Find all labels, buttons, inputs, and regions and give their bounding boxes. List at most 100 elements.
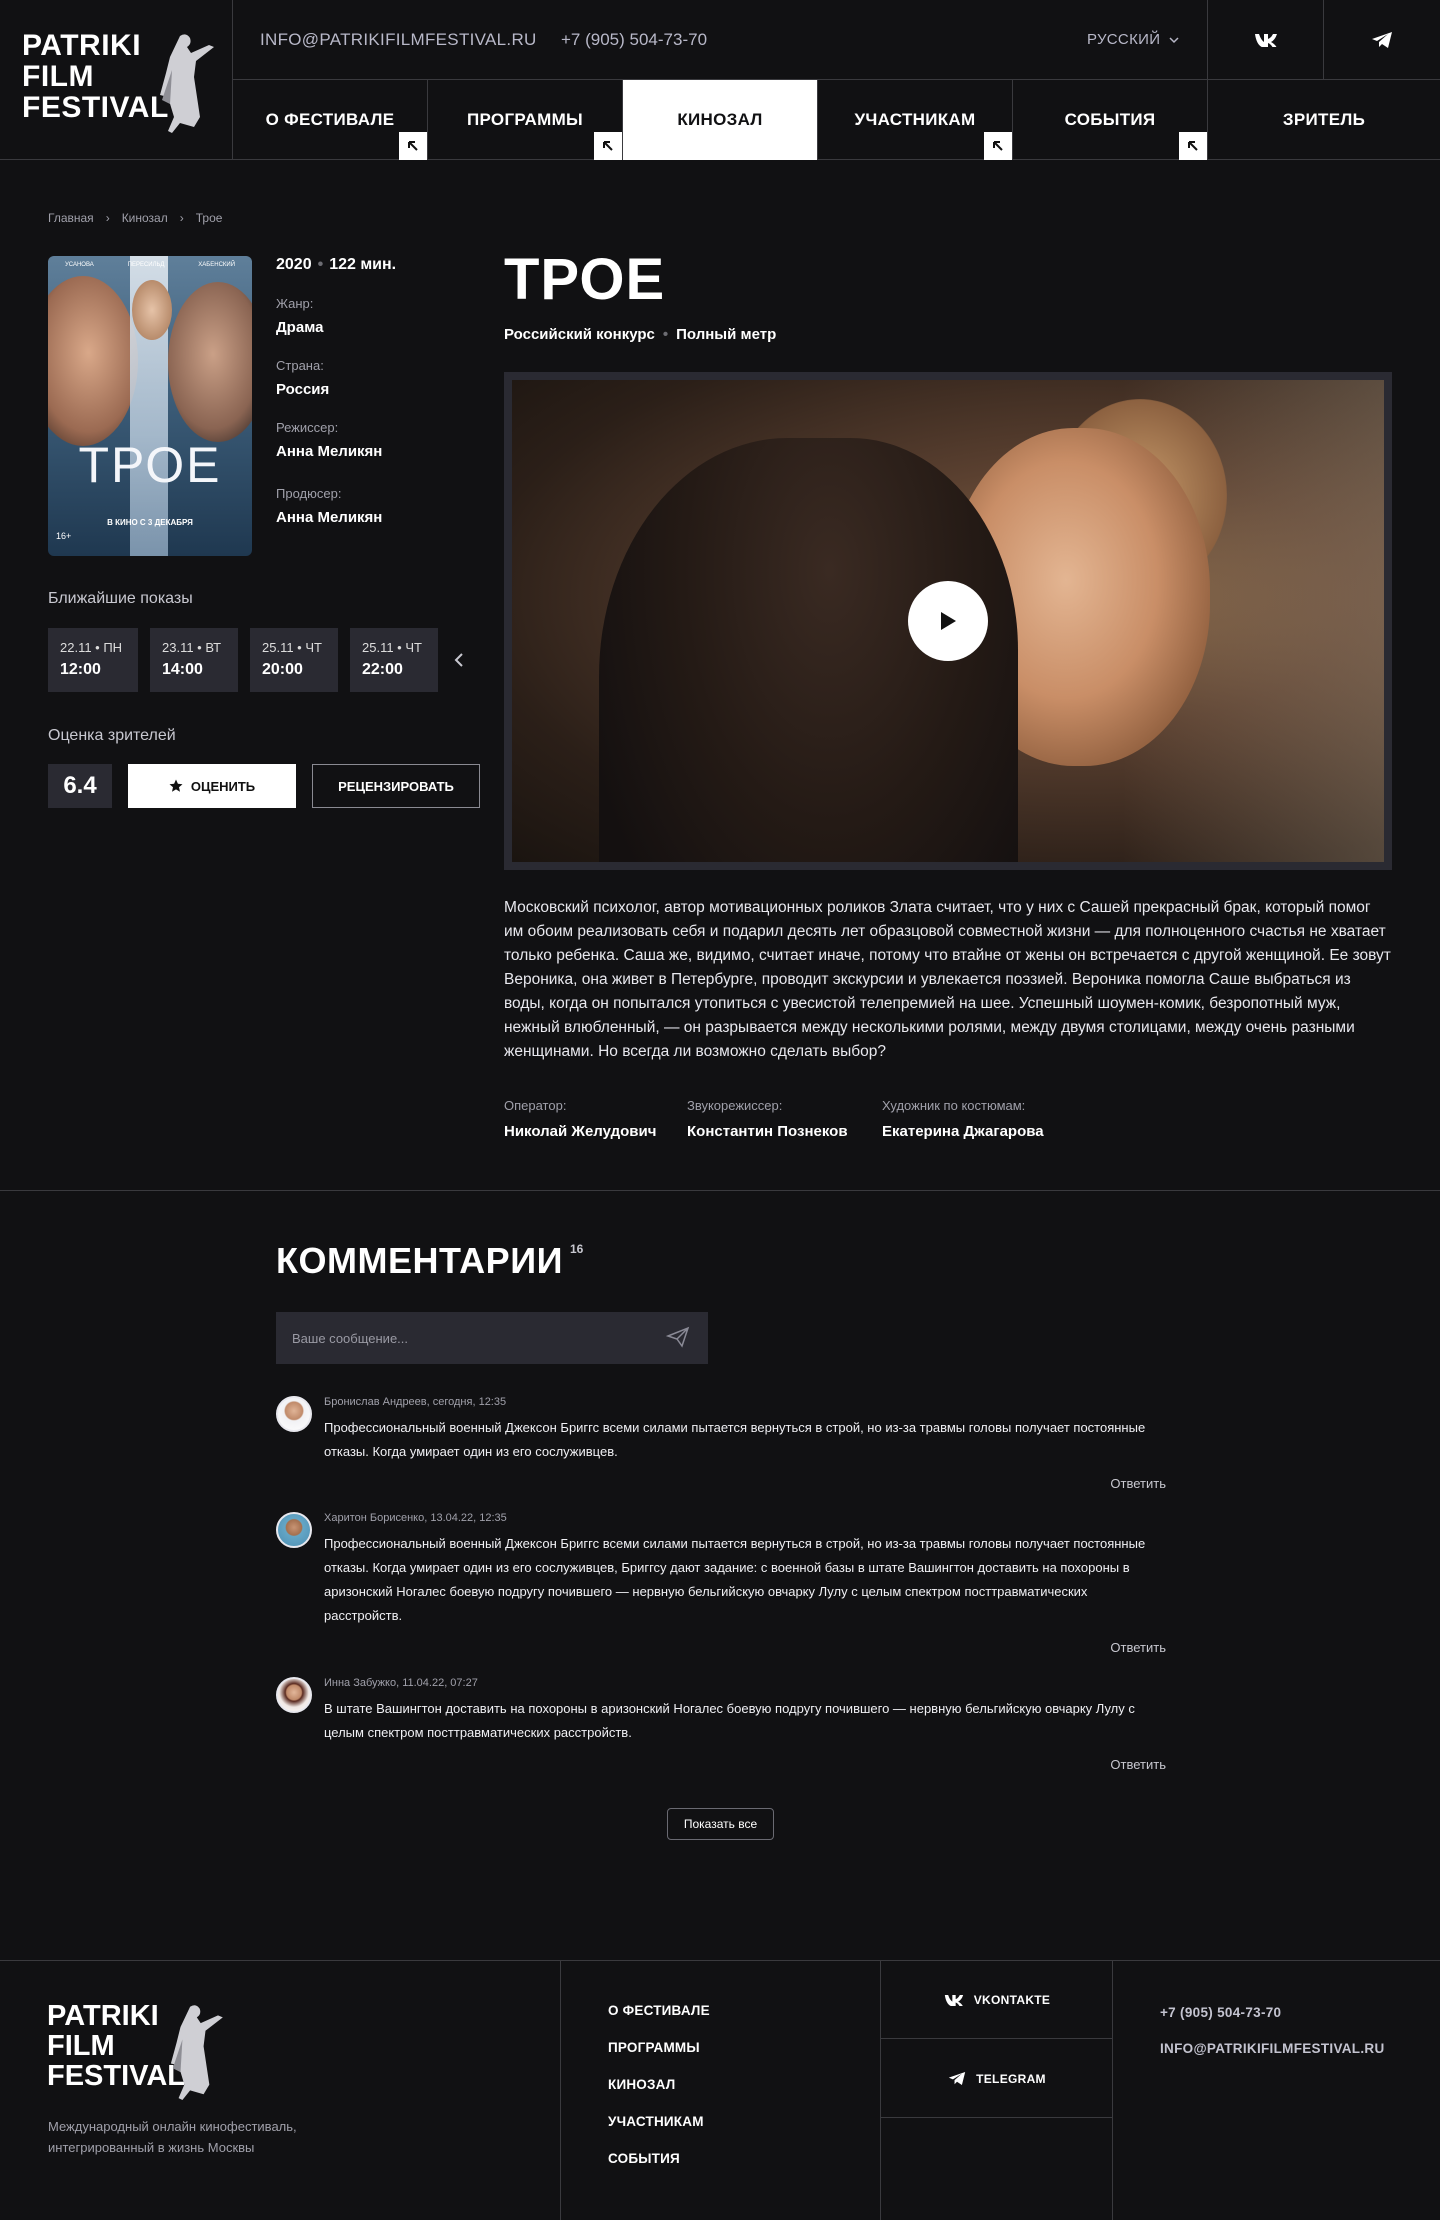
footer-divider bbox=[560, 1961, 561, 2220]
rating-score: 6.4 bbox=[48, 764, 112, 808]
main-nav: О ФЕСТИВАЛЕ ПРОГРАММЫ КИНОЗАЛ УЧАСТНИКАМ… bbox=[233, 80, 1440, 160]
country-value: Россия bbox=[276, 381, 330, 398]
telegram-icon bbox=[1371, 32, 1392, 48]
poster-face-right bbox=[168, 282, 252, 442]
arrow-up-left-icon bbox=[984, 132, 1012, 160]
dot-separator: • bbox=[662, 326, 669, 343]
poster-title: ТРОЕ bbox=[78, 437, 222, 493]
director-value[interactable]: Анна Меликян bbox=[276, 443, 466, 460]
nav-item-programs[interactable]: ПРОГРАММЫ bbox=[428, 80, 623, 160]
crew-name[interactable]: Екатерина Джагарова bbox=[882, 1123, 1044, 1140]
site-header: PATRIKI FILM FESTIVAL INFO@PATRIKIFILMFE… bbox=[0, 0, 1440, 160]
footer-link-cinema[interactable]: КИНОЗАЛ bbox=[608, 2077, 710, 2092]
comment-author: Харитон Борисенко, 13.04.22, 12:35 bbox=[324, 1512, 507, 1524]
footer-link-festival[interactable]: О ФЕСТИВАЛЕ bbox=[608, 2003, 710, 2018]
screening-time: 12:00 bbox=[60, 661, 101, 678]
footer-vk-link[interactable]: VKONTAKTE bbox=[881, 1961, 1113, 2039]
nav-item-festival[interactable]: О ФЕСТИВАЛЕ bbox=[233, 80, 428, 160]
nav-label: ЗРИТЕЛЬ bbox=[1282, 110, 1366, 129]
producer-value[interactable]: Анна Меликян bbox=[276, 509, 466, 526]
reply-link[interactable]: Ответить bbox=[1110, 1757, 1166, 1772]
section-divider bbox=[0, 1190, 1440, 1191]
screenings-title: Ближайшие показы bbox=[48, 590, 193, 607]
header-phone-link[interactable]: +7 (905) 504-73-70 bbox=[561, 30, 707, 50]
footer-divider bbox=[1112, 1961, 1113, 2220]
vk-button[interactable] bbox=[1207, 0, 1323, 80]
chevron-left-icon[interactable] bbox=[454, 652, 464, 673]
comment-input[interactable] bbox=[276, 1312, 708, 1364]
footer-link-programs[interactable]: ПРОГРАММЫ bbox=[608, 2040, 710, 2055]
screening-slot[interactable]: 25.11 • ЧТ 20:00 bbox=[250, 628, 338, 692]
review-button-label: РЕЦЕНЗИРОВАТЬ bbox=[338, 778, 454, 794]
logo[interactable]: PATRIKI FILM FESTIVAL bbox=[0, 0, 233, 160]
footer-email-link[interactable]: INFO@PATRIKIFILMFESTIVAL.RU bbox=[1160, 2041, 1385, 2056]
chevron-right-icon: › bbox=[179, 211, 184, 225]
comments-title: КОММЕНТАРИИ bbox=[276, 1240, 563, 1281]
review-button[interactable]: РЕЦЕНЗИРОВАТЬ bbox=[312, 764, 480, 808]
footer-link-participants[interactable]: УЧАСТНИКАМ bbox=[608, 2114, 710, 2129]
arrow-up-left-icon bbox=[399, 132, 427, 160]
breadcrumb-home[interactable]: Главная bbox=[48, 211, 94, 225]
year-duration: 2020 • 122 мин. bbox=[276, 256, 466, 274]
comments-count: 16 bbox=[570, 1242, 584, 1256]
avatar bbox=[276, 1396, 312, 1432]
comment-item: Инна Забужко, 11.04.22, 07:27 В штате Ва… bbox=[276, 1677, 1166, 1777]
send-icon[interactable] bbox=[666, 1326, 690, 1348]
video-player[interactable] bbox=[504, 372, 1392, 870]
screening-slot[interactable]: 25.11 • ЧТ 22:00 bbox=[350, 628, 438, 692]
play-button[interactable] bbox=[908, 581, 988, 661]
nav-item-events[interactable]: СОБЫТИЯ bbox=[1013, 80, 1208, 160]
nav-item-cinema[interactable]: КИНОЗАЛ bbox=[623, 80, 818, 160]
reply-link[interactable]: Ответить bbox=[1110, 1640, 1166, 1655]
format-tag[interactable]: Полный метр bbox=[676, 326, 776, 343]
screening-time: 20:00 bbox=[262, 661, 303, 678]
footer-phone-link[interactable]: +7 (905) 504-73-70 bbox=[1160, 2005, 1281, 2020]
nav-label: СОБЫТИЯ bbox=[1064, 110, 1156, 129]
poster-age: 16+ bbox=[56, 531, 72, 541]
avatar bbox=[276, 1677, 312, 1713]
header-email-link[interactable]: INFO@PATRIKIFILMFESTIVAL.RU bbox=[260, 30, 537, 50]
country-label: Страна: bbox=[276, 358, 324, 373]
telegram-label: TELEGRAM bbox=[976, 2071, 1046, 2086]
genre-value: Драма bbox=[276, 319, 324, 336]
screening-slot[interactable]: 23.11 • ВТ 14:00 bbox=[150, 628, 238, 692]
footer-link-events[interactable]: СОБЫТИЯ bbox=[608, 2151, 710, 2166]
poster-face-left bbox=[48, 276, 138, 446]
vk-icon bbox=[944, 1994, 963, 2006]
film-description: Московский психолог, автор мотивационных… bbox=[504, 899, 1391, 1060]
rate-button[interactable]: ОЦЕНИТЬ bbox=[128, 764, 296, 808]
footer-about: Международный онлайн кинофестиваль, инте… bbox=[48, 2119, 297, 2155]
show-all-button[interactable]: Показать все bbox=[667, 1808, 774, 1840]
header-contacts: INFO@PATRIKIFILMFESTIVAL.RU +7 (905) 504… bbox=[233, 0, 1440, 80]
footer-telegram-link[interactable]: TELEGRAM bbox=[881, 2040, 1113, 2118]
breadcrumb-cinema[interactable]: Кинозал bbox=[122, 211, 168, 225]
telegram-button[interactable] bbox=[1323, 0, 1439, 80]
reply-link[interactable]: Ответить bbox=[1110, 1476, 1166, 1491]
comment-author: Бронислав Андреев, сегодня, 12:35 bbox=[324, 1396, 507, 1408]
screening-date: 25.11 • ЧТ bbox=[362, 640, 422, 655]
crew-name[interactable]: Константин Познеков bbox=[687, 1123, 848, 1140]
screening-slot[interactable]: 22.11 • ПН 12:00 bbox=[48, 628, 138, 692]
nav-item-participants[interactable]: УЧАСТНИКАМ bbox=[818, 80, 1013, 160]
nav-item-viewer[interactable]: ЗРИТЕЛЬ bbox=[1208, 80, 1440, 160]
avatar bbox=[276, 1512, 312, 1548]
film-duration: 122 мин. bbox=[329, 256, 397, 273]
footer-menu: О ФЕСТИВАЛЕ ПРОГРАММЫ КИНОЗАЛ УЧАСТНИКАМ… bbox=[608, 2003, 710, 2188]
logo-line-2: FILM bbox=[22, 60, 94, 93]
crew-role: Художник по костюмам: bbox=[882, 1098, 1026, 1113]
film-tags: Российский конкурс • Полный метр bbox=[504, 326, 776, 343]
play-icon bbox=[941, 612, 956, 630]
logo-text: PATRIKI FILM FESTIVAL bbox=[22, 30, 169, 123]
breadcrumb: Главная › Кинозал › Трое bbox=[48, 211, 222, 225]
comment-text: Профессиональный военный Джексон Бриггс … bbox=[324, 1536, 1146, 1623]
screening-time: 22:00 bbox=[362, 661, 403, 678]
crew-name[interactable]: Николай Желудович bbox=[504, 1123, 656, 1140]
poster-face-center bbox=[132, 280, 172, 340]
nav-label: УЧАСТНИКАМ bbox=[854, 110, 976, 129]
star-icon bbox=[169, 779, 183, 792]
comment-item: Харитон Борисенко, 13.04.22, 12:35 Профе… bbox=[276, 1512, 1166, 1662]
competition-tag[interactable]: Российский конкурс bbox=[504, 326, 655, 343]
screening-time: 14:00 bbox=[162, 661, 203, 678]
vk-icon bbox=[1254, 34, 1277, 47]
language-select[interactable]: РУССКИЙ bbox=[1087, 31, 1179, 48]
